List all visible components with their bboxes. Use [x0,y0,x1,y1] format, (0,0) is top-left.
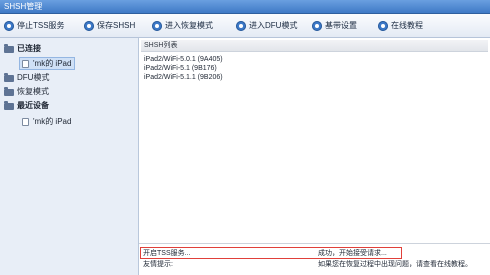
log-status: 如果您在恢复过程中出现问题，请查看在线教程。 [318,261,472,268]
enter-dfu-button[interactable]: 进入DFU模式 [236,20,297,32]
baseband-settings-icon [312,21,322,31]
folder-icon [4,44,14,53]
stop-service-icon [4,21,14,31]
online-tutorial-button[interactable]: 在线教程 [378,20,423,32]
save-shsh-button[interactable]: 保存SHSH [84,20,135,32]
baseband-settings-label: 基带设置 [325,21,357,30]
enter-recovery-label: 进入恢复模式 [165,21,213,30]
stop-tss-label: 停止TSS服务 [17,21,65,30]
shsh-list-header: SHSH列表 [141,40,488,52]
stop-tss-button[interactable]: 停止TSS服务 [4,20,65,32]
save-icon [84,21,94,31]
recovery-mode-icon [152,21,162,31]
sidebar-item-connected[interactable]: 已连接 [4,43,41,54]
main-panel: SHSH列表 iPad2/WiFi-5.0.1 (9A405) iPad2/Wi… [139,38,490,275]
dfu-mode-icon [236,21,246,31]
title-bar[interactable]: SHSH管理 [0,0,490,14]
sidebar-item-label: DFU模式 [17,73,50,82]
ipad-icon [22,117,29,126]
online-tutorial-label: 在线教程 [391,21,423,30]
folder-icon [4,73,14,82]
baseband-settings-button[interactable]: 基带设置 [312,20,357,32]
shsh-list-row[interactable]: iPad2/WiFi-5.1 (9B176) [141,64,488,73]
shsh-list: iPad2/WiFi-5.0.1 (9A405) iPad2/WiFi-5.1 … [141,55,488,82]
log-message: 开启TSS服务... [143,250,191,257]
sidebar-item-label: 恢复模式 [17,87,49,96]
log-panel: 开启TSS服务... 成功，开始接受请求... 友情提示: 如果您在恢复过程中出… [139,243,490,275]
enter-recovery-button[interactable]: 进入恢复模式 [152,20,213,32]
toolbar: 停止TSS服务 保存SHSH 进入恢复模式 进入DFU模式 基带设置 在线教程 [0,14,490,38]
sidebar-item-recovery[interactable]: 恢复模式 [4,86,49,97]
sidebar-item-label: 'mk的 iPad [33,117,72,126]
log-status: 成功，开始接受请求... [318,250,387,257]
enter-dfu-label: 进入DFU模式 [249,21,298,30]
sidebar-item-dfu[interactable]: DFU模式 [4,72,49,83]
ipad-icon [22,59,29,68]
shsh-list-row[interactable]: iPad2/WiFi-5.0.1 (9A405) [141,55,488,64]
folder-icon [4,101,14,110]
log-row: 友情提示: 如果您在恢复过程中出现问题，请查看在线教程。 [139,259,490,270]
log-message: 友情提示: [143,261,173,268]
sidebar-item-connected-device[interactable]: 'mk的 iPad [18,57,76,70]
folder-icon [4,87,14,96]
shsh-list-row[interactable]: iPad2/WiFi-5.1.1 (9B206) [141,73,488,82]
sidebar-item-recent-device[interactable]: 'mk的 iPad [20,116,74,127]
save-shsh-label: 保存SHSH [97,21,136,30]
sidebar-item-label: 'mk的 iPad [33,59,72,68]
online-tutorial-icon [378,21,388,31]
sidebar-item-recent[interactable]: 最近设备 [4,100,49,111]
sidebar-item-label: 最近设备 [17,101,49,110]
log-row: 开启TSS服务... 成功，开始接受请求... [139,248,490,259]
device-tree: 已连接 'mk的 iPad DFU模式 恢复模式 最近设备 'mk的 iPad [0,38,139,275]
sidebar-item-label: 已连接 [17,44,41,53]
window-title: SHSH管理 [4,2,43,11]
